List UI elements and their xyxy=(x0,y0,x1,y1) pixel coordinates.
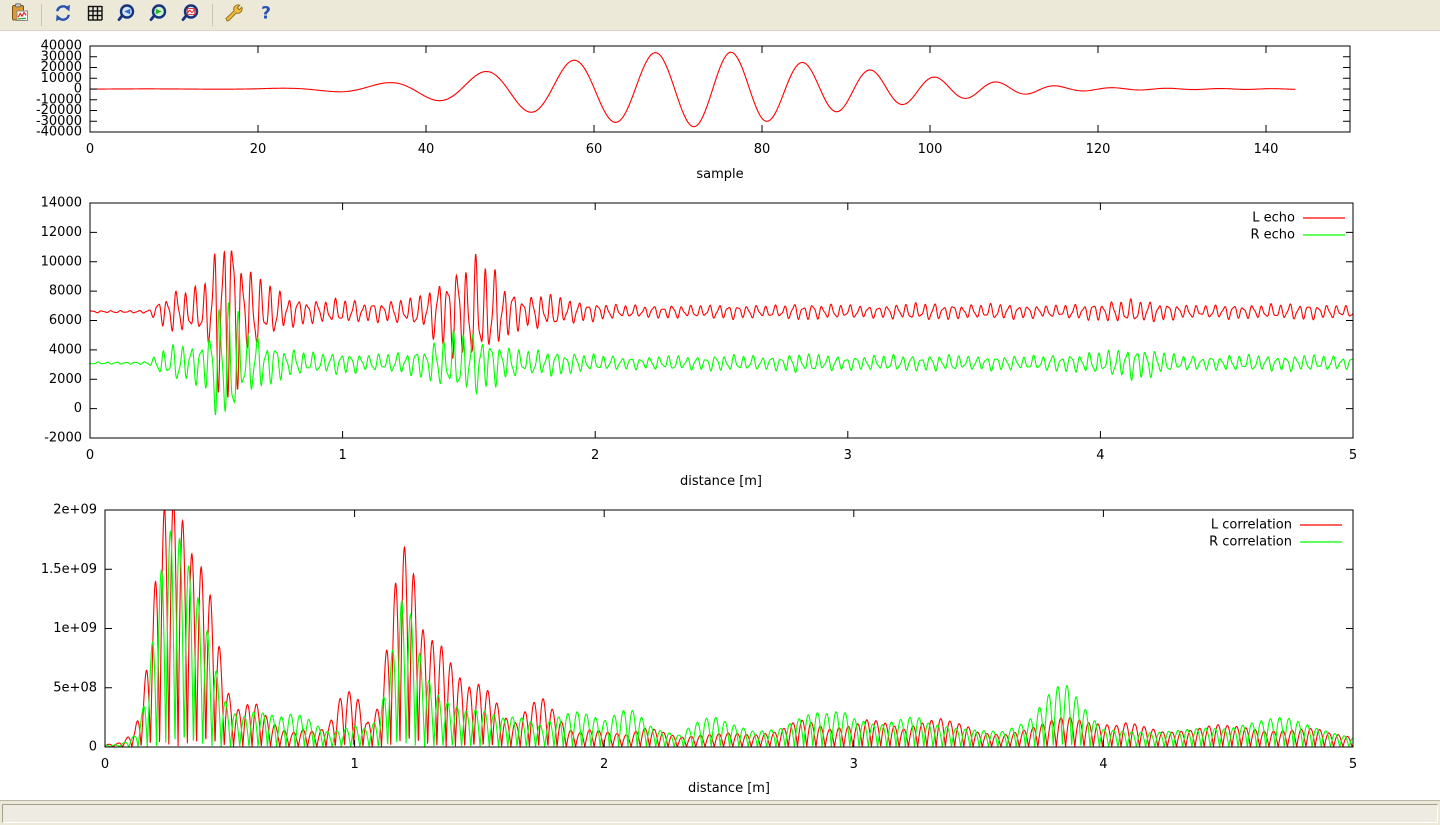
y-tick-label: 6000 xyxy=(49,313,82,328)
zoom-previous-button[interactable] xyxy=(112,1,142,29)
x-tick-label: 5 xyxy=(1349,448,1357,463)
toolbar: ? xyxy=(0,0,1440,31)
toolbar-separator xyxy=(212,4,213,26)
copy-plot-button[interactable] xyxy=(5,1,35,29)
x-tick-label: 120 xyxy=(1086,142,1111,157)
middle-chart-series xyxy=(90,251,1353,415)
y-tick-label: 8000 xyxy=(49,284,82,299)
legend-label: L correlation xyxy=(1211,518,1292,533)
y-tick-label: 5e+08 xyxy=(53,680,97,695)
svg-text:?: ? xyxy=(261,4,271,24)
x-tick-label: 0 xyxy=(101,757,109,772)
help-button[interactable]: ? xyxy=(251,1,281,29)
x-tick-label: 40 xyxy=(418,142,435,157)
x-tick-label: 140 xyxy=(1254,142,1279,157)
zoom-next-button[interactable] xyxy=(144,1,174,29)
middle-chart-xlabel: distance [m] xyxy=(680,474,762,489)
x-tick-label: 4 xyxy=(1099,757,1107,772)
middle-chart-legend: L echo R echo xyxy=(1250,211,1345,243)
bottom-chart-legend: L correlation R correlation xyxy=(1209,518,1342,550)
replot-icon xyxy=(53,3,73,27)
top-chart-series-chirp-pulse xyxy=(90,52,1295,126)
plot-canvas[interactable]: 020406080100120140400003000020000100000-… xyxy=(0,31,1440,800)
y-tick-label: 0 xyxy=(74,401,82,416)
y-tick-label: 10000 xyxy=(41,254,82,269)
legend-label: L echo xyxy=(1252,211,1295,226)
y-tick-label: 2e+09 xyxy=(53,503,97,518)
y-tick-label: 12000 xyxy=(41,225,82,240)
x-tick-label: 3 xyxy=(844,448,852,463)
middle-chart: 0 1 2 3 4 5 14000 12000 10000 8000 6000 4000 2000 0 -2… xyxy=(41,196,1358,490)
x-tick-label: 2 xyxy=(591,448,599,463)
plots-svg: 020406080100120140400003000020000100000-… xyxy=(0,31,1440,800)
replot-button[interactable] xyxy=(48,1,78,29)
legend-label: R echo xyxy=(1250,228,1295,243)
x-tick-label: 0 xyxy=(86,448,94,463)
top-chart-series xyxy=(90,52,1295,126)
y-tick-label: 1.5e+09 xyxy=(41,562,97,577)
wrench-icon xyxy=(224,3,244,27)
x-tick-label: 5 xyxy=(1349,757,1357,772)
settings-button[interactable] xyxy=(219,1,249,29)
autoscale-button[interactable] xyxy=(176,1,206,29)
top-chart: 020406080100120140400003000020000100000-… xyxy=(36,39,1350,183)
x-tick-label: 0 xyxy=(86,142,94,157)
grid-button[interactable] xyxy=(80,1,110,29)
zoom-next-icon xyxy=(149,3,169,27)
bottom-chart: 0 1 2 3 4 5 2e+09 1.5e+09 1e+09 5e+08 0 distance [m… xyxy=(41,500,1357,796)
x-tick-label: 80 xyxy=(754,142,771,157)
legend-label: R correlation xyxy=(1209,535,1292,550)
bottom-chart-series-l-correlation xyxy=(105,500,1353,747)
top-chart-xlabel: sample xyxy=(696,167,743,182)
status-field xyxy=(2,804,1438,823)
y-tick-label: -40000 xyxy=(36,125,82,140)
x-tick-label: 60 xyxy=(586,142,603,157)
y-tick-label: 14000 xyxy=(41,196,82,211)
bottom-chart-xlabel: distance [m] xyxy=(688,781,770,796)
toolbar-separator xyxy=(41,4,42,26)
grid-icon xyxy=(85,3,105,27)
x-tick-label: 1 xyxy=(350,757,358,772)
y-tick-label: 4000 xyxy=(49,342,82,357)
top-chart-axes: 020406080100120140400003000020000100000-… xyxy=(36,39,1350,158)
x-tick-label: 3 xyxy=(850,757,858,772)
bottom-chart-series-r-correlation xyxy=(105,531,1353,747)
y-tick-label: 1e+09 xyxy=(53,621,97,636)
x-tick-label: 100 xyxy=(918,142,943,157)
zoom-previous-icon xyxy=(117,3,137,27)
copy-plot-icon xyxy=(10,3,30,27)
autoscale-icon xyxy=(181,3,201,27)
x-tick-label: 20 xyxy=(250,142,267,157)
y-tick-label: 0 xyxy=(89,740,97,755)
x-tick-label: 4 xyxy=(1096,448,1104,463)
statusbar xyxy=(0,800,1440,825)
x-tick-label: 2 xyxy=(600,757,608,772)
x-tick-label: 1 xyxy=(338,448,346,463)
help-icon: ? xyxy=(256,3,276,27)
y-tick-label: -2000 xyxy=(44,431,82,446)
y-tick-label: 2000 xyxy=(49,372,82,387)
bottom-chart-series xyxy=(105,500,1353,747)
middle-chart-axes: 0 1 2 3 4 5 14000 12000 10000 8000 6000 4000 2000 0 -2… xyxy=(41,196,1358,464)
